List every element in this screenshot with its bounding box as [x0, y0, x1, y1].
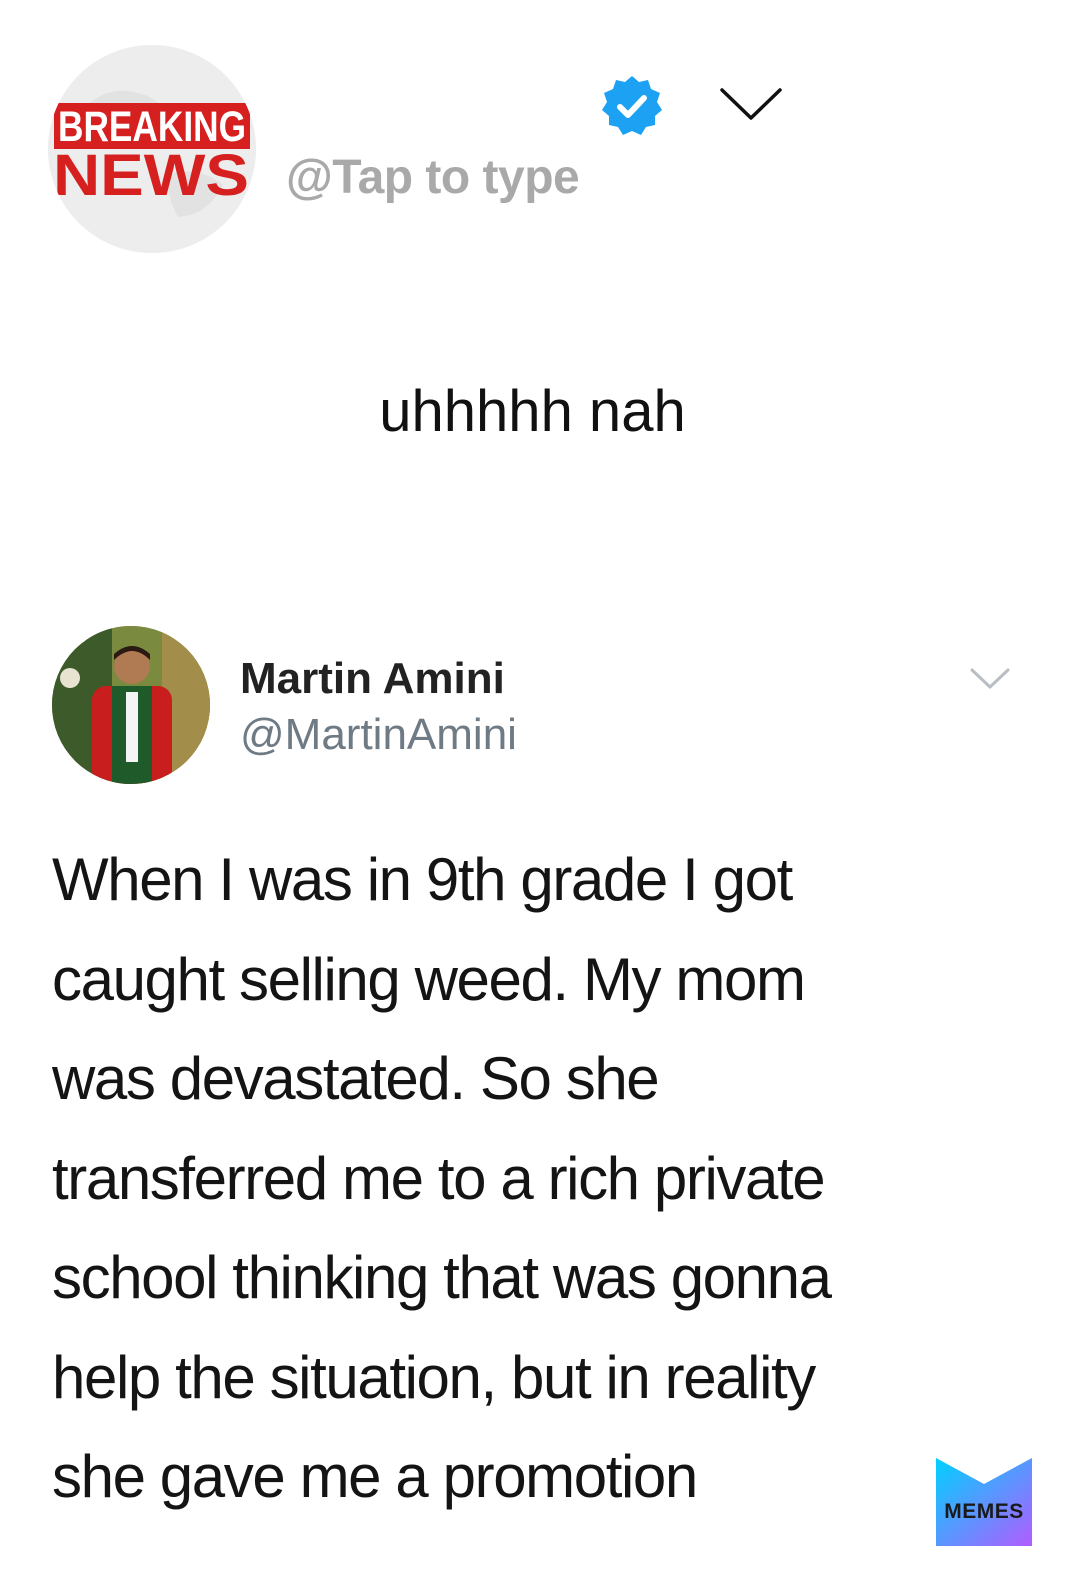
account-handle[interactable]: @Tap to type [286, 150, 580, 205]
tweet-text-line: caught selling weed. My mom [52, 945, 806, 1013]
tweet-menu-chevron-icon[interactable] [968, 664, 1012, 694]
tweet-text-line: help the situation, but in reality [52, 1343, 816, 1411]
verified-badge-icon [600, 74, 664, 138]
tweet-text-line: school thinking that was gonna [52, 1244, 832, 1311]
tweet-author-avatar[interactable] [52, 626, 210, 784]
memes-watermark-label: MEMES [944, 1500, 1024, 1523]
breaking-news-avatar[interactable]: BREAKING NEWS [48, 45, 256, 253]
tweet-text-line: was devastated. So she [52, 1045, 660, 1112]
tweet-text-line: transferred me to a rich private [52, 1144, 826, 1212]
tweet-text: When I was in 9th grade I got caught sel… [52, 830, 1012, 1527]
tweet-text-line: she gave me a promotion [52, 1443, 698, 1510]
meme-caption: uhhhhh nah [379, 379, 686, 444]
tweet-text-line: When I was in 9th grade I got [52, 846, 793, 913]
tweet-author-name[interactable]: Martin Amini [240, 654, 505, 704]
chevron-down-icon[interactable] [718, 82, 784, 126]
news-label: NEWS [53, 143, 249, 208]
tweet-author-handle[interactable]: @MartinAmini [240, 710, 517, 760]
